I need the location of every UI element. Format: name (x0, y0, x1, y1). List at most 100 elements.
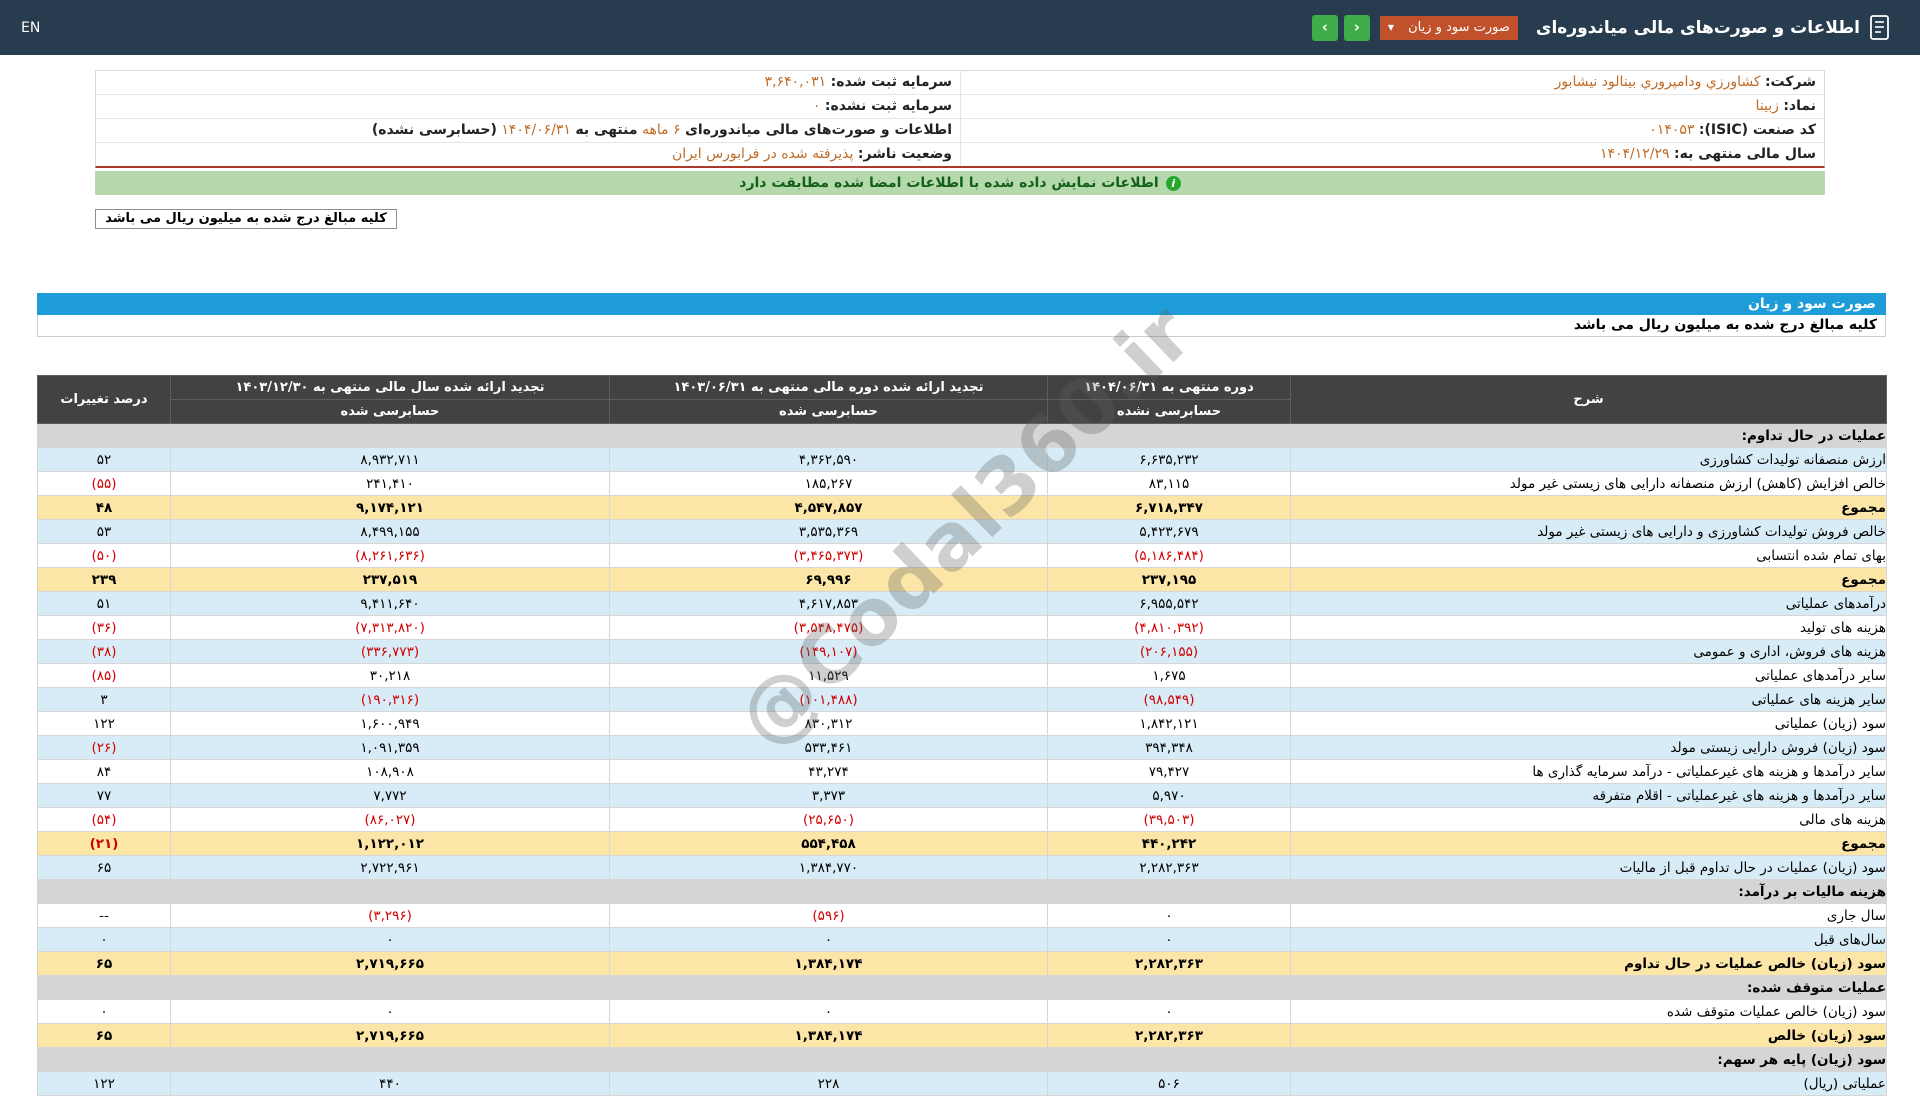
table-row: بهای تمام شده انتسابی (۵,۱۸۶,۴۸۴) (۳,۴۶۵,۳… (37, 543, 1887, 568)
value-change-pct: ۰ (37, 999, 171, 1024)
row-desc: خالص فروش تولیدات کشاورزی و دارایی های ز… (1290, 519, 1887, 544)
info-value: زبينا (1755, 98, 1779, 114)
section-row: سود (زیان) پایه هر سهم: (37, 1047, 1887, 1072)
value-prior-year: ۸,۹۳۲,۷۱۱ (170, 447, 610, 472)
row-desc: سایر درآمدها و هزینه های غیرعملیاتی - در… (1290, 759, 1887, 784)
value-prior-year: ۱,۱۲۲,۰۱۲ (170, 831, 610, 856)
value-prior-period: ۱,۳۸۴,۷۷۰ (609, 855, 1048, 880)
table-row: سود (زیان) عملیات در حال تداوم قبل از ما… (37, 855, 1887, 880)
value-current-period: ۲,۲۸۲,۳۶۳ (1047, 1023, 1291, 1048)
value-change-pct: ۱۲۲ (37, 711, 171, 736)
report-icon (1868, 14, 1892, 42)
table-row: سود (زیان) خالص ۲,۲۸۲,۳۶۳ ۱,۳۸۴,۱۷۴ ۲,۷۱۹,۶… (37, 1023, 1887, 1048)
value-prior-year: ۲,۷۱۹,۶۶۵ (170, 951, 610, 976)
info-label: کد صنعت (ISIC): (1698, 122, 1816, 138)
value-prior-period: ۰ (609, 927, 1048, 952)
table-row: هزینه های فروش، اداری و عمومی (۲۰۶,۱۵۵) (۱… (37, 639, 1887, 664)
signature-banner: i اطلاعات نمایش داده شده با اطلاعات امضا… (95, 171, 1825, 195)
prev-report-button[interactable]: ‹ (1311, 14, 1338, 41)
info-label: نماد: (1783, 98, 1816, 114)
value-prior-period: ۵۵۴,۴۵۸ (609, 831, 1048, 856)
row-desc: خالص افزایش (کاهش) ارزش منصفانه دارایی ه… (1290, 471, 1887, 496)
row-desc: مجموع (1290, 831, 1887, 856)
value-change-pct: ۳ (37, 687, 171, 712)
value-prior-year: ۱۰۸,۹۰۸ (170, 759, 610, 784)
value-change-pct: ۵۲ (37, 447, 171, 472)
row-desc: عملیاتی (ریال) (1290, 1071, 1887, 1096)
value-current-period: ۲۳۷,۱۹۵ (1047, 567, 1291, 592)
table-row: مجموع ۴۴۰,۲۴۲ ۵۵۴,۴۵۸ ۱,۱۲۲,۰۱۲ (۲۱) (37, 831, 1887, 856)
value-current-period: ۶,۷۱۸,۳۴۷ (1047, 495, 1291, 520)
value-change-pct: (۲۶) (37, 735, 171, 760)
value-prior-year: ۰ (170, 927, 610, 952)
company-info: شرکت: کشاورزي ودامپروري بينالود نيشابور … (95, 70, 1825, 168)
value-current-period: ۵,۴۲۳,۶۷۹ (1047, 519, 1291, 544)
next-report-button[interactable]: › (1343, 14, 1370, 41)
value-change-pct: ۴۸ (37, 495, 171, 520)
col-subheader-current-audit: حسابرسی نشده (1047, 399, 1291, 424)
col-header-desc: شرح (1290, 375, 1887, 424)
table-row: خالص فروش تولیدات کشاورزی و دارایی های ز… (37, 519, 1887, 544)
row-desc: مجموع (1290, 495, 1887, 520)
value-prior-year: (۷,۳۱۳,۸۲۰) (170, 615, 610, 640)
value-change-pct: ۶۵ (37, 1023, 171, 1048)
value-change-pct: -- (37, 903, 171, 928)
value-current-period: ۰ (1047, 999, 1291, 1024)
value-prior-period: (۳,۴۶۵,۳۷۳) (609, 543, 1048, 568)
report-type-select[interactable]: صورت سود و زیان ▼ (1379, 15, 1518, 40)
value-prior-period: (۱۴۹,۱۰۷) (609, 639, 1048, 664)
row-desc: هزینه های مالی (1290, 807, 1887, 832)
row-desc: هزینه های فروش، اداری و عمومی (1290, 639, 1887, 664)
value-current-period: ۰ (1047, 903, 1291, 928)
value-prior-period: ۳,۵۳۵,۳۶۹ (609, 519, 1048, 544)
value-change-pct: ۵۱ (37, 591, 171, 616)
value-prior-year: (۳,۲۹۶) (170, 903, 610, 928)
info-label: سرمایه ثبت نشده: (824, 98, 952, 114)
signature-banner-text: اطلاعات نمایش داده شده با اطلاعات امضا ش… (739, 175, 1159, 191)
info-value: پذيرفته شده در فرابورس ايران (671, 146, 854, 162)
table-row: عملیاتی (ریال) ۵۰۶ ۲۲۸ ۴۴۰ ۱۲۲ (37, 1071, 1887, 1096)
language-switch-en[interactable]: EN (21, 20, 40, 36)
top-bar-inner: EN ‹ › صورت سود و زیان ▼ اطلاعات و صورت‌… (0, 0, 1892, 55)
unit-note-box: کلیه مبالغ درج شده به میلیون ریال می باش… (95, 209, 397, 229)
table-row: هزینه های تولید (۴,۸۱۰,۳۹۲) (۳,۵۴۸,۴۷۵) (۷,… (37, 615, 1887, 640)
table-row: سایر درآمدهای عملیاتی ۱,۶۷۵ ۱۱,۵۲۹ ۳۰,۲۱۸ (۸… (37, 663, 1887, 688)
table-row: هزینه های مالی (۳۹,۵۰۳) (۲۵,۶۵۰) (۸۶,۰۲۷) (۵… (37, 807, 1887, 832)
info-cell-right: سال مالی منتهی به: ۱۴۰۴/۱۲/۲۹ (960, 143, 1824, 166)
section-row: عملیات متوقف شده: (37, 975, 1887, 1000)
table-row: سود (زیان) عملیاتی ۱,۸۴۲,۱۲۱ ۸۳۰,۳۱۲ ۱,۶۰۰,… (37, 711, 1887, 736)
table-row: خالص افزایش (کاهش) ارزش منصفانه دارایی ه… (37, 471, 1887, 496)
info-label: وضعیت ناشر: (857, 146, 952, 162)
value-current-period: ۸۳,۱۱۵ (1047, 471, 1291, 496)
value-prior-period: ۸۳۰,۳۱۲ (609, 711, 1048, 736)
income-statement-section: صورت سود و زیان کلیه مبالغ درج شده به می… (37, 288, 1887, 1096)
value-prior-period: ۶۹,۹۹۶ (609, 567, 1048, 592)
table-row: سود (زیان) فروش دارایی زیستی مولد ۳۹۴,۳۴۸… (37, 735, 1887, 760)
chevron-down-icon: ▼ (1387, 23, 1395, 32)
value-prior-period: (۵۹۶) (609, 903, 1048, 928)
info-cell-right: کد صنعت (ISIC): ۰۱۴۰۵۳ (960, 119, 1824, 142)
table-row: سود (زیان) خالص عملیات متوقف شده ۰ ۰ ۰ ۰ (37, 999, 1887, 1024)
row-desc: ارزش منصفانه تولیدات کشاورزی (1290, 447, 1887, 472)
info-cell-left: وضعیت ناشر: پذيرفته شده در فرابورس ايران (96, 143, 960, 166)
table-row: سایر درآمدها و هزینه های غیرعملیاتی - در… (37, 759, 1887, 784)
value-change-pct: ۷۷ (37, 783, 171, 808)
value-prior-period: ۴,۳۶۲,۵۹۰ (609, 447, 1048, 472)
info-value: ۱۴۰۴/۰۶/۳۱ (501, 122, 571, 138)
info-label: اطلاعات و صورت‌های مالی میاندوره‌ای (685, 122, 952, 138)
value-change-pct: ۸۴ (37, 759, 171, 784)
info-cell-right: شرکت: کشاورزي ودامپروري بينالود نيشابور (960, 71, 1824, 94)
info-row: کد صنعت (ISIC): ۰۱۴۰۵۳ اطلاعات و صورت‌ها… (96, 118, 1824, 142)
col-header-current-period: دوره منتهی به ۱۴۰۴/۰۶/۳۱ (1047, 375, 1291, 400)
col-subheader-prior-year-audit: حسابرسی شده (170, 399, 610, 424)
value-change-pct: (۸۵) (37, 663, 171, 688)
value-prior-period: (۳,۵۴۸,۴۷۵) (609, 615, 1048, 640)
row-desc: هزینه های تولید (1290, 615, 1887, 640)
value-current-period: (۵,۱۸۶,۴۸۴) (1047, 543, 1291, 568)
value-current-period: ۷۹,۴۲۷ (1047, 759, 1291, 784)
value-prior-period: (۱۰۱,۴۸۸) (609, 687, 1048, 712)
value-prior-period: ۱,۳۸۴,۱۷۴ (609, 1023, 1048, 1048)
info-value: کشاورزي ودامپروري بينالود نيشابور (1554, 74, 1761, 90)
table-row: ارزش منصفانه تولیدات کشاورزی ۶,۶۳۵,۲۳۲ ۴,۳… (37, 447, 1887, 472)
